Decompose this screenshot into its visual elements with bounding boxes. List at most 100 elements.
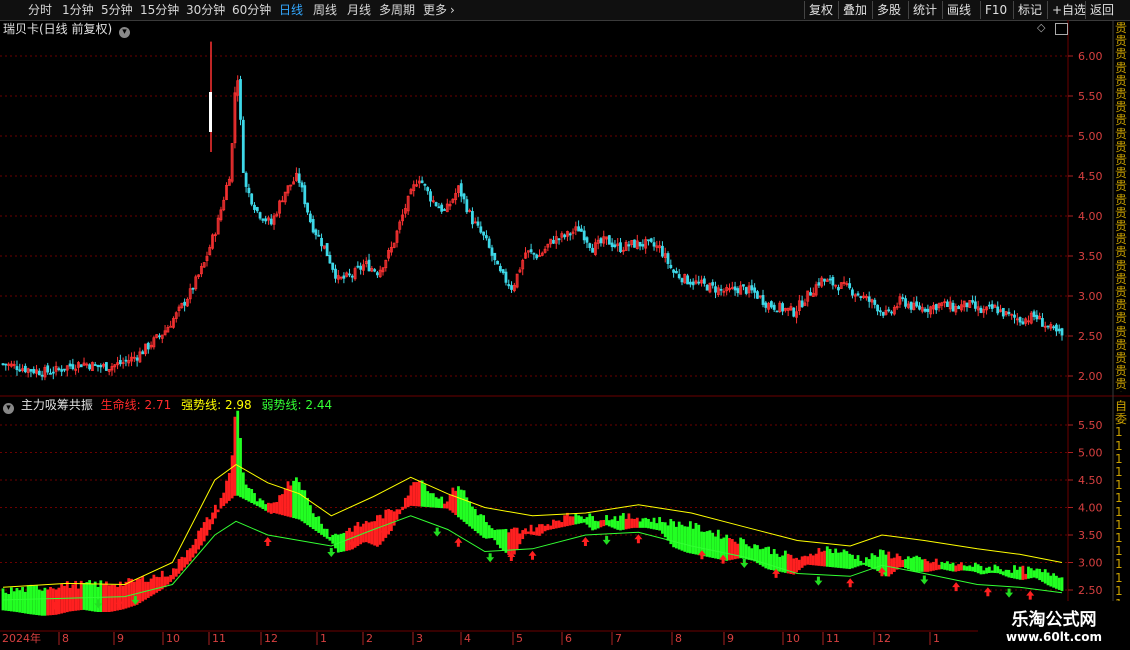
resonance-bar <box>454 490 458 516</box>
resonance-bar <box>325 528 329 539</box>
candle-body <box>705 284 709 291</box>
candle-body <box>297 173 301 183</box>
candle-body <box>831 276 835 286</box>
resonance-bar <box>940 561 944 570</box>
candle-body <box>753 287 757 293</box>
resonance-bar <box>770 554 773 570</box>
down-arrow-icon <box>814 576 823 586</box>
resonance-bar <box>292 480 295 519</box>
resonance-bar <box>733 541 737 560</box>
watermark-logo: 乐淘公式网 www.60lt.com <box>978 601 1130 650</box>
resonance-bar <box>714 536 717 559</box>
resonance-bar <box>775 553 779 572</box>
resonance-bar <box>1001 571 1005 576</box>
candle-body <box>552 239 555 244</box>
candle-body <box>591 247 594 253</box>
ind-ytick-label: 5.50 <box>1078 419 1103 432</box>
candle-body <box>141 351 145 355</box>
candle-body <box>434 202 438 207</box>
candle-body <box>579 228 583 232</box>
resonance-bar <box>253 493 256 505</box>
resonance-bar <box>596 521 600 529</box>
candle-body <box>887 309 891 312</box>
candle-body <box>510 285 513 290</box>
candle-body <box>647 239 650 242</box>
resonance-bar <box>971 566 974 572</box>
candle-body <box>420 180 424 184</box>
arrow-shape <box>433 527 442 537</box>
resonance-bar <box>728 538 731 561</box>
resonance-bar <box>951 562 955 572</box>
resonance-bar <box>389 510 393 532</box>
resonance-bar <box>37 589 41 616</box>
candle-body <box>652 242 656 247</box>
candle-body <box>1007 311 1011 315</box>
resonance-bar <box>529 524 533 535</box>
resonance-bar <box>937 564 941 570</box>
resonance-bar <box>943 563 947 570</box>
resonance-bar <box>219 497 223 509</box>
resonance-bar <box>141 576 145 602</box>
candles-group <box>1 75 1064 381</box>
candle-body <box>1032 311 1036 317</box>
candle-body <box>859 296 863 298</box>
candle-body <box>426 187 430 192</box>
candle-body <box>733 286 737 291</box>
resonance-bar <box>370 521 374 545</box>
candle-body <box>429 191 432 202</box>
candle-body <box>867 296 871 302</box>
resonance-bar <box>261 500 265 510</box>
diamond-icon[interactable]: ◇ <box>1037 21 1045 34</box>
candle-body <box>135 357 139 361</box>
resonance-bar <box>124 581 128 609</box>
arrow-shape <box>846 578 855 588</box>
resonance-bar <box>1004 569 1008 577</box>
resonance-bar <box>429 493 432 508</box>
indicator-dropdown-icon[interactable]: ▾ <box>3 403 14 414</box>
candle-body <box>610 242 614 248</box>
candle-body <box>169 325 173 328</box>
candle-body <box>23 365 27 373</box>
resonance-bar <box>563 515 567 527</box>
resonance-bar <box>602 519 606 527</box>
resonance-bar <box>264 504 268 511</box>
resonance-bar <box>554 520 558 529</box>
candle-body <box>1021 321 1025 325</box>
title-dropdown-icon[interactable]: ▾ <box>119 27 131 38</box>
resonance-bar <box>920 559 924 572</box>
resonance-bar <box>680 524 684 551</box>
watermark-url: www.60lt.com <box>1005 630 1103 644</box>
resonance-bar <box>443 503 446 509</box>
resonance-bar <box>403 497 407 509</box>
resonance-bar <box>504 528 508 553</box>
resonance-bar <box>85 582 89 611</box>
resonance-bar <box>627 513 631 529</box>
panel-toggle-icon[interactable] <box>1055 23 1068 35</box>
resonance-bar <box>18 590 22 613</box>
indicator-group <box>1 410 1064 616</box>
candle-body <box>901 297 905 300</box>
resonance-bar <box>649 521 653 529</box>
candle-body <box>641 244 645 247</box>
candle-body <box>680 278 684 283</box>
up-arrow-icon <box>983 587 992 597</box>
candle-body <box>183 301 187 306</box>
candle-body <box>1041 318 1044 327</box>
resonance-bar <box>395 509 399 520</box>
candle-body <box>501 269 505 274</box>
resonance-bar <box>32 585 36 615</box>
resonance-bar <box>322 528 326 537</box>
main-ytick-label: 3.50 <box>1078 250 1103 263</box>
resonance-bar <box>666 525 670 541</box>
arrow-shape <box>327 548 336 557</box>
arrow-shape <box>634 534 643 544</box>
resonance-bar <box>876 556 879 572</box>
candle-body <box>255 207 259 212</box>
resonance-bar <box>99 580 103 612</box>
resonance-bar <box>929 563 933 572</box>
resonance-bar <box>630 518 634 529</box>
resonance-bar <box>12 591 16 612</box>
resonance-bar <box>236 410 240 496</box>
candle-body <box>756 291 759 299</box>
arrow-shape <box>952 582 961 592</box>
